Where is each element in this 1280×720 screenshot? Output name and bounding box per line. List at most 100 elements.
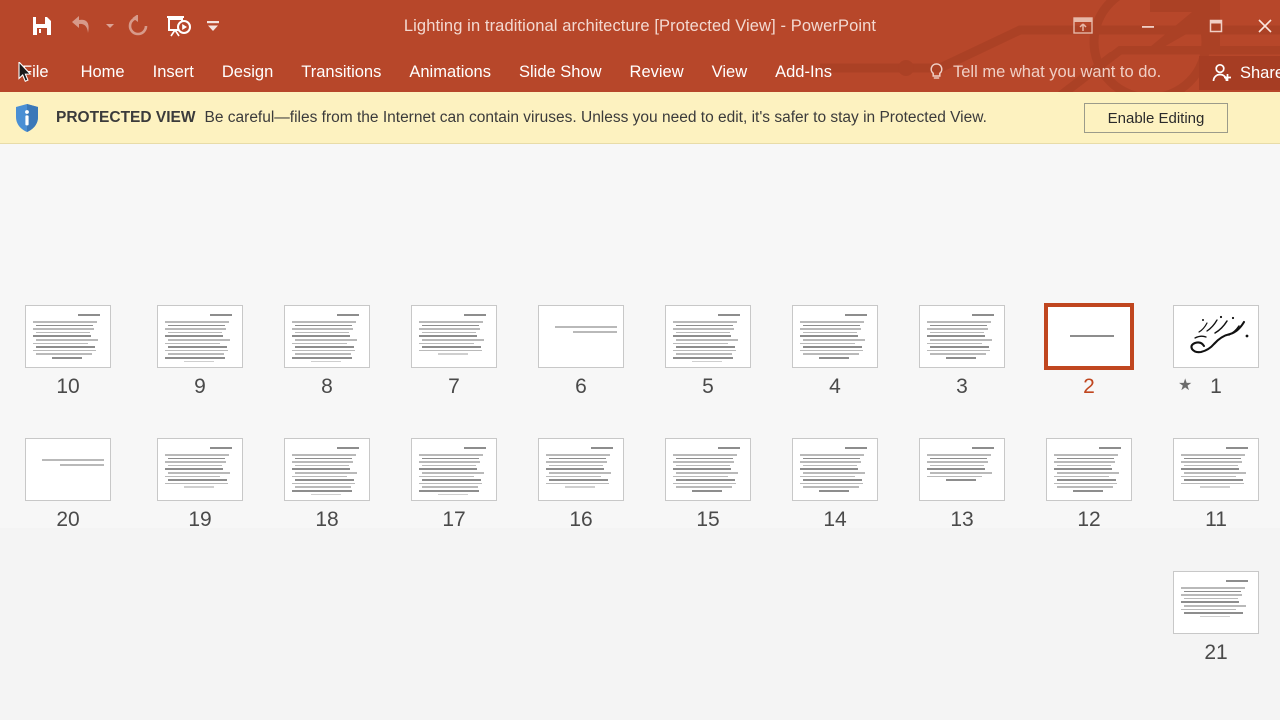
slide-text-line xyxy=(1054,482,1117,485)
slide-preview[interactable] xyxy=(411,438,497,501)
slide-thumbnail-4[interactable]: 4 xyxy=(785,301,885,402)
animation-star-icon[interactable]: ★ xyxy=(1178,378,1192,394)
undo-button[interactable] xyxy=(62,6,102,46)
slide-text-line xyxy=(1184,479,1243,481)
slide-thumbnail-2[interactable]: 2 xyxy=(1039,301,1139,402)
slide-preview[interactable] xyxy=(284,305,370,368)
share-button[interactable]: Share xyxy=(1199,56,1280,90)
slide-preview[interactable] xyxy=(25,305,111,368)
share-person-icon xyxy=(1212,63,1231,82)
slide-text-line xyxy=(803,324,860,327)
undo-dropdown-button[interactable] xyxy=(102,6,118,46)
slide-thumbnail-8[interactable]: 8 xyxy=(277,301,377,402)
slide-preview[interactable] xyxy=(157,305,243,368)
slide-thumbnail-10[interactable]: 10 xyxy=(18,301,118,402)
slide-thumbnail-15[interactable]: 15 xyxy=(658,434,758,535)
close-button[interactable] xyxy=(1250,0,1280,52)
slide-thumbnail-11[interactable]: 11 xyxy=(1166,434,1266,535)
slide-thumbnail-7[interactable]: 7 xyxy=(404,301,504,402)
slide-text-line xyxy=(673,482,736,485)
slide-preview[interactable] xyxy=(919,438,1005,501)
tab-design[interactable]: Design xyxy=(208,52,287,92)
slide-preview[interactable] xyxy=(284,438,370,501)
minimize-icon xyxy=(1142,26,1154,28)
slide-content-preview xyxy=(158,306,242,367)
slide-thumbnail-20[interactable]: 20 xyxy=(18,434,118,535)
slide-preview[interactable] xyxy=(25,438,111,501)
slide-text-line xyxy=(419,349,482,352)
slide-preview[interactable] xyxy=(665,438,751,501)
slide-preview-selected[interactable] xyxy=(1044,303,1134,370)
slide-heading-line xyxy=(210,314,232,316)
tab-insert[interactable]: Insert xyxy=(139,52,208,92)
slide-text-line xyxy=(52,357,82,359)
slide-thumbnail-1[interactable]: ★ 1 xyxy=(1166,301,1266,402)
slide-preview[interactable] xyxy=(538,305,624,368)
tab-add-ins[interactable]: Add-Ins xyxy=(761,52,846,92)
enable-editing-button[interactable]: Enable Editing xyxy=(1084,103,1228,133)
customize-quick-access-button[interactable] xyxy=(198,6,228,46)
tab-home[interactable]: Home xyxy=(67,52,139,92)
tab-animations[interactable]: Animations xyxy=(395,52,505,92)
tell-me-search[interactable]: Tell me what you want to do. xyxy=(928,52,1161,92)
slide-text-line xyxy=(549,472,611,474)
slide-text-line xyxy=(165,461,226,463)
slide-thumbnail-3[interactable]: 3 xyxy=(912,301,1012,402)
slide-text-line xyxy=(573,331,617,333)
slide-thumbnail-19[interactable]: 19 xyxy=(150,434,250,535)
slide-preview[interactable] xyxy=(792,438,878,501)
slide-heading-line xyxy=(845,314,867,316)
slide-thumbnail-6[interactable]: 6 xyxy=(531,301,631,402)
tab-review[interactable]: Review xyxy=(616,52,698,92)
slide-preview[interactable] xyxy=(157,438,243,501)
slide-text-line xyxy=(676,464,730,467)
ribbon-display-options-button[interactable] xyxy=(1052,0,1114,52)
redo-button[interactable] xyxy=(118,6,158,46)
tab-transitions[interactable]: Transitions xyxy=(287,52,395,92)
slide-label-row: 17 xyxy=(404,505,504,535)
slide-label-row: 16 xyxy=(531,505,631,535)
save-button[interactable] xyxy=(22,6,62,46)
slide-text-line xyxy=(800,468,858,470)
start-presentation-button[interactable] xyxy=(158,6,198,46)
maximize-button[interactable] xyxy=(1182,0,1250,52)
tab-file[interactable]: File xyxy=(0,52,67,92)
slide-text-line xyxy=(165,342,220,345)
slide-text-line xyxy=(803,353,859,355)
slide-preview[interactable] xyxy=(1046,438,1132,501)
slide-thumbnail-21[interactable]: 21 xyxy=(1166,567,1266,668)
slide-text-line xyxy=(168,346,227,348)
slide-preview[interactable] xyxy=(919,305,1005,368)
slide-text-line xyxy=(165,321,229,323)
slide-preview[interactable] xyxy=(792,305,878,368)
undo-icon xyxy=(72,16,89,33)
minimize-button[interactable] xyxy=(1114,0,1182,52)
slide-preview[interactable] xyxy=(1173,305,1259,368)
slide-thumbnail-5[interactable]: 5 xyxy=(658,301,758,402)
tab-slide-show[interactable]: Slide Show xyxy=(505,52,616,92)
slide-thumbnail-17[interactable]: 17 xyxy=(404,434,504,535)
tab-view[interactable]: View xyxy=(698,52,761,92)
slide-label-row: 12 xyxy=(1039,505,1139,535)
thumbnail-frame xyxy=(277,434,377,505)
slide-thumbnail-13[interactable]: 13 xyxy=(912,434,1012,535)
slide-text-line xyxy=(165,328,226,330)
slide-text-line xyxy=(1057,486,1113,488)
slide-preview[interactable] xyxy=(538,438,624,501)
slide-text-line xyxy=(673,461,734,463)
slide-content-preview xyxy=(158,439,242,500)
slide-sorter-canvas[interactable]: 10 9 8 7 6 5 4 3 2 ★ 1 20 19 18 17 16 15 14 13 12 11 21 xyxy=(0,144,1280,671)
slide-preview[interactable] xyxy=(1173,571,1259,634)
slide-thumbnail-16[interactable]: 16 xyxy=(531,434,631,535)
slide-text-line xyxy=(676,353,732,355)
slide-sorter-empty-area[interactable] xyxy=(0,528,1280,671)
slide-thumbnail-12[interactable]: 12 xyxy=(1039,434,1139,535)
slide-thumbnail-9[interactable]: 9 xyxy=(150,301,250,402)
slide-preview[interactable] xyxy=(411,305,497,368)
slide-text-line xyxy=(184,486,214,488)
slide-text-line xyxy=(546,475,601,478)
slide-preview[interactable] xyxy=(1173,438,1259,501)
slide-thumbnail-18[interactable]: 18 xyxy=(277,434,377,535)
slide-thumbnail-14[interactable]: 14 xyxy=(785,434,885,535)
slide-preview[interactable] xyxy=(665,305,751,368)
